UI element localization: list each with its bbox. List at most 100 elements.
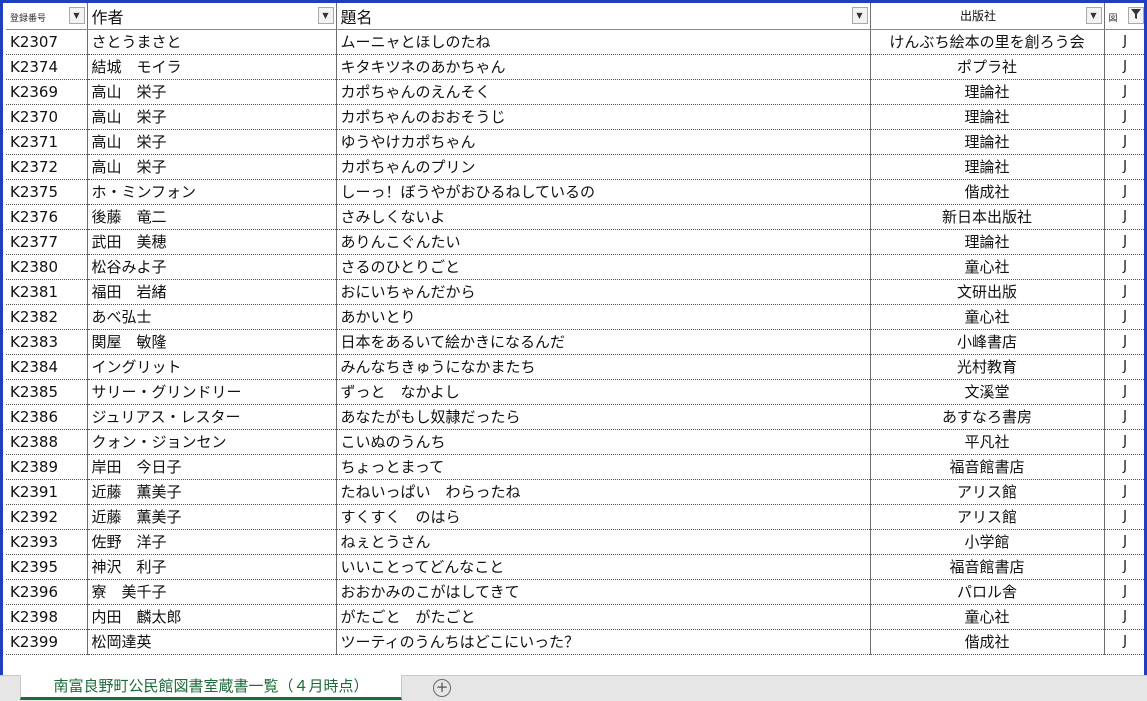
cell-author[interactable]: サリー・グリンドリー bbox=[87, 379, 337, 405]
cell-publisher[interactable]: 小峰書店 bbox=[870, 329, 1105, 355]
filter-icon[interactable] bbox=[1127, 7, 1144, 24]
cell-category[interactable]: J bbox=[1104, 179, 1147, 205]
cell-title[interactable]: ちょっとまって bbox=[336, 454, 871, 480]
cell-title[interactable]: さみしくないよ bbox=[336, 204, 871, 230]
table-row[interactable]: K2375 ホ・ミンフォン しーっ！ぼうやがおひるねしているの 偕成社 J bbox=[6, 179, 1147, 205]
cell-title[interactable]: あなたがもし奴隷だったら bbox=[336, 404, 871, 430]
cell-title[interactable]: ありんこぐんたい bbox=[336, 229, 871, 255]
table-row[interactable]: K2380 松谷みよ子 さるのひとりごと 童心社 J bbox=[6, 254, 1147, 280]
cell-category[interactable]: J bbox=[1104, 254, 1147, 280]
cell-author[interactable]: 後藤 竜二 bbox=[87, 204, 337, 230]
cell-author[interactable]: 近藤 薫美子 bbox=[87, 504, 337, 530]
cell-author[interactable]: さとうまさと bbox=[87, 29, 337, 55]
cell-registration-number[interactable]: K2385 bbox=[6, 379, 88, 405]
table-row[interactable]: K2382 あべ弘士 あかいとり 童心社 J bbox=[6, 304, 1147, 330]
cell-author[interactable]: イングリット bbox=[87, 354, 337, 380]
cell-registration-number[interactable]: K2377 bbox=[6, 229, 88, 255]
cell-registration-number[interactable]: K2386 bbox=[6, 404, 88, 430]
cell-publisher[interactable]: 光村教育 bbox=[870, 354, 1105, 380]
cell-registration-number[interactable]: K2392 bbox=[6, 504, 88, 530]
table-row[interactable]: K2374 結城 モイラ キタキツネのあかちゃん ポプラ社 J bbox=[6, 54, 1147, 80]
cell-registration-number[interactable]: K2393 bbox=[6, 529, 88, 555]
cell-title[interactable]: ムーニャとほしのたね bbox=[336, 29, 871, 55]
cell-publisher[interactable]: あすなろ書房 bbox=[870, 404, 1105, 430]
cell-publisher[interactable]: 平凡社 bbox=[870, 429, 1105, 455]
table-row[interactable]: K2384 イングリット みんなちきゅうになかまたち 光村教育 J bbox=[6, 354, 1147, 380]
cell-title[interactable]: ずっと なかよし bbox=[336, 379, 871, 405]
table-row[interactable]: K2377 武田 美穂 ありんこぐんたい 理論社 J bbox=[6, 229, 1147, 255]
cell-title[interactable]: たねいっぱい わらったね bbox=[336, 479, 871, 505]
cell-publisher[interactable]: アリス館 bbox=[870, 479, 1105, 505]
cell-registration-number[interactable]: K2372 bbox=[6, 154, 88, 180]
cell-category[interactable]: J bbox=[1104, 579, 1147, 605]
cell-registration-number[interactable]: K2376 bbox=[6, 204, 88, 230]
cell-author[interactable]: 佐野 洋子 bbox=[87, 529, 337, 555]
cell-registration-number[interactable]: K2388 bbox=[6, 429, 88, 455]
table-row[interactable]: K2399 松岡達英 ツーティのうんちはどこにいった？ 偕成社 J bbox=[6, 629, 1147, 655]
sheet-tab-active[interactable]: 南富良野町公民館図書室蔵書一覧（４月時点） bbox=[20, 675, 402, 700]
table-row[interactable]: K2385 サリー・グリンドリー ずっと なかよし 文溪堂 J bbox=[6, 379, 1147, 405]
cell-publisher[interactable]: 理論社 bbox=[870, 104, 1105, 130]
cell-registration-number[interactable]: K2396 bbox=[6, 579, 88, 605]
cell-author[interactable]: 関屋 敏隆 bbox=[87, 329, 337, 355]
cell-registration-number[interactable]: K2389 bbox=[6, 454, 88, 480]
cell-author[interactable]: 岸田 今日子 bbox=[87, 454, 337, 480]
cell-author[interactable]: 松谷みよ子 bbox=[87, 254, 337, 280]
cell-title[interactable]: こいぬのうんち bbox=[336, 429, 871, 455]
cell-registration-number[interactable]: K2371 bbox=[6, 129, 88, 155]
cell-author[interactable]: 内田 麟太郎 bbox=[87, 604, 337, 630]
cell-category[interactable]: J bbox=[1104, 354, 1147, 380]
cell-publisher[interactable]: 童心社 bbox=[870, 254, 1105, 280]
cell-title[interactable]: カポちゃんのえんそく bbox=[336, 79, 871, 105]
table-row[interactable]: K2381 福田 岩緒 おにいちゃんだから 文研出版 J bbox=[6, 279, 1147, 305]
cell-title[interactable]: みんなちきゅうになかまたち bbox=[336, 354, 871, 380]
cell-title[interactable]: しーっ！ぼうやがおひるねしているの bbox=[336, 179, 871, 205]
table-row[interactable]: K2307 さとうまさと ムーニャとほしのたね けんぶち絵本の里を創ろう会 J bbox=[6, 29, 1147, 55]
table-row[interactable]: K2386 ジュリアス・レスター あなたがもし奴隷だったら あすなろ書房 J bbox=[6, 404, 1147, 430]
cell-registration-number[interactable]: K2391 bbox=[6, 479, 88, 505]
cell-registration-number[interactable]: K2399 bbox=[6, 629, 88, 655]
cell-category[interactable]: J bbox=[1104, 304, 1147, 330]
cell-category[interactable]: J bbox=[1104, 104, 1147, 130]
cell-registration-number[interactable]: K2381 bbox=[6, 279, 88, 305]
cell-registration-number[interactable]: K2380 bbox=[6, 254, 88, 280]
cell-title[interactable]: あかいとり bbox=[336, 304, 871, 330]
chevron-down-icon[interactable]: ▼ bbox=[317, 7, 334, 24]
cell-category[interactable]: J bbox=[1104, 279, 1147, 305]
cell-author[interactable]: 福田 岩緒 bbox=[87, 279, 337, 305]
table-row[interactable]: K2389 岸田 今日子 ちょっとまって 福音館書店 J bbox=[6, 454, 1147, 480]
cell-registration-number[interactable]: K2375 bbox=[6, 179, 88, 205]
cell-title[interactable]: さるのひとりごと bbox=[336, 254, 871, 280]
cell-category[interactable]: J bbox=[1104, 229, 1147, 255]
plus-circle-icon[interactable]: + bbox=[433, 679, 451, 697]
table-row[interactable]: K2369 高山 栄子 カポちゃんのえんそく 理論社 J bbox=[6, 79, 1147, 105]
cell-publisher[interactable]: 小学館 bbox=[870, 529, 1105, 555]
table-row[interactable]: K2370 高山 栄子 カポちゃんのおおそうじ 理論社 J bbox=[6, 104, 1147, 130]
cell-title[interactable]: ゆうやけカポちゃん bbox=[336, 129, 871, 155]
table-row[interactable]: K2392 近藤 薫美子 すくすく のはら アリス館 J bbox=[6, 504, 1147, 530]
table-row[interactable]: K2395 神沢 利子 いいことってどんなこと 福音館書店 J bbox=[6, 554, 1147, 580]
cell-title[interactable]: キタキツネのあかちゃん bbox=[336, 54, 871, 80]
cell-publisher[interactable]: 理論社 bbox=[870, 154, 1105, 180]
table-row[interactable]: K2376 後藤 竜二 さみしくないよ 新日本出版社 J bbox=[6, 204, 1147, 230]
cell-category[interactable]: J bbox=[1104, 529, 1147, 555]
cell-registration-number[interactable]: K2307 bbox=[6, 29, 88, 55]
cell-publisher[interactable]: アリス館 bbox=[870, 504, 1105, 530]
table-row[interactable]: K2372 高山 栄子 カポちゃんのプリン 理論社 J bbox=[6, 154, 1147, 180]
cell-category[interactable]: J bbox=[1104, 379, 1147, 405]
chevron-down-icon[interactable]: ▼ bbox=[68, 7, 85, 24]
cell-publisher[interactable]: 偕成社 bbox=[870, 179, 1105, 205]
cell-publisher[interactable]: 新日本出版社 bbox=[870, 204, 1105, 230]
cell-category[interactable]: J bbox=[1104, 154, 1147, 180]
cell-category[interactable]: J bbox=[1104, 454, 1147, 480]
cell-publisher[interactable]: 童心社 bbox=[870, 304, 1105, 330]
cell-author[interactable]: 近藤 薫美子 bbox=[87, 479, 337, 505]
table-row[interactable]: K2396 寮 美千子 おおかみのこがはしてきて パロル舎 J bbox=[6, 579, 1147, 605]
cell-author[interactable]: あべ弘士 bbox=[87, 304, 337, 330]
cell-author[interactable]: 松岡達英 bbox=[87, 629, 337, 655]
cell-author[interactable]: 神沢 利子 bbox=[87, 554, 337, 580]
cell-title[interactable]: カポちゃんのおおそうじ bbox=[336, 104, 871, 130]
cell-author[interactable]: 高山 栄子 bbox=[87, 104, 337, 130]
cell-category[interactable]: J bbox=[1104, 54, 1147, 80]
cell-title[interactable]: おおかみのこがはしてきて bbox=[336, 579, 871, 605]
